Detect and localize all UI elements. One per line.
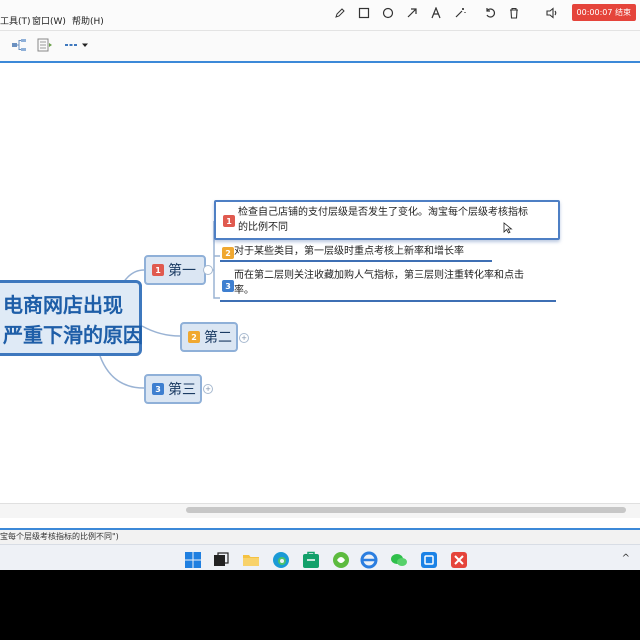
ie-icon[interactable] xyxy=(360,551,378,569)
menu-tools[interactable]: 工具(T) xyxy=(0,14,31,27)
text-icon[interactable] xyxy=(428,5,444,21)
subtopic-3[interactable]: 3 而在第二层则关注收藏加购人气指标，第三层则注重转化率和点击 率。 xyxy=(220,268,556,302)
subtopic-1-selected[interactable]: 1 检查自己店铺的支付层级是否发生了变化。淘宝每个层级考核指标 的比例不同 xyxy=(214,200,560,240)
arrow-icon[interactable] xyxy=(404,5,420,21)
priority-1-badge: 1 xyxy=(152,264,164,276)
subtopic-text-line1: 而在第二层则关注收藏加购人气指标，第三层则注重转化率和点击 xyxy=(234,270,524,281)
horizontal-scrollbar[interactable] xyxy=(0,503,640,518)
magic-wand-icon[interactable] xyxy=(452,5,468,21)
branch-label: 第二 xyxy=(204,330,232,346)
file-explorer-icon[interactable] xyxy=(242,551,260,569)
trash-icon[interactable] xyxy=(506,5,522,21)
expand-toggle[interactable]: + xyxy=(239,333,249,343)
chevron-up-icon[interactable]: ^ xyxy=(622,553,630,564)
subtopic-text-line1: 对于某些类目，第一层级时重点考核上新率和增长率 xyxy=(234,246,464,257)
recording-timer[interactable]: 00:00:07 结束 xyxy=(571,4,636,21)
rectangle-icon[interactable] xyxy=(356,5,372,21)
app-window: 工具(T) 窗口(W) 帮助(H) 00:00:07 结束 电商网店出现 严重下… xyxy=(0,0,640,570)
priority-3-badge: 3 xyxy=(152,383,164,395)
task-view-icon[interactable] xyxy=(212,551,230,569)
central-topic[interactable]: 电商网店出现 严重下滑的原因 xyxy=(0,280,143,356)
branch-topic-2[interactable]: 2 第二 xyxy=(180,322,238,352)
subtopic-text-line1: 检查自己店铺的支付层级是否发生了变化。淘宝每个层级考核指标 xyxy=(238,207,528,218)
collapse-toggle[interactable] xyxy=(203,265,213,275)
undo-icon[interactable] xyxy=(482,5,498,21)
taskbar: ^ xyxy=(0,544,640,570)
subtopic-text-line2: 率。 xyxy=(234,285,254,296)
priority-3-badge: 3 xyxy=(222,280,234,292)
pen-icon[interactable] xyxy=(332,5,348,21)
menu-help[interactable]: 帮助(H) xyxy=(72,14,104,27)
scrollbar-thumb[interactable] xyxy=(186,507,626,513)
line-style-icon[interactable] xyxy=(62,37,80,53)
branch-label: 第一 xyxy=(168,263,196,279)
central-topic-line2: 严重下滑的原因 xyxy=(3,323,143,347)
menu-bar: 工具(T) 窗口(W) 帮助(H) 00:00:07 结束 xyxy=(0,0,640,31)
windows-start-icon[interactable] xyxy=(184,551,202,569)
dropdown-icon[interactable] xyxy=(80,37,90,53)
mindmap-canvas[interactable]: 电商网店出现 严重下滑的原因 1 第一 2 第二 + 3 第三 + 1 检查自己… xyxy=(0,64,640,504)
status-bar: 宝每个层级考核指标的比例不同") xyxy=(0,528,640,544)
branch-topic-1[interactable]: 1 第一 xyxy=(144,255,206,285)
structure-icon[interactable] xyxy=(10,37,28,53)
wechat-icon[interactable] xyxy=(390,551,408,569)
priority-1-badge: 1 xyxy=(223,215,235,227)
mouse-cursor-icon xyxy=(503,222,513,234)
speaker-icon[interactable] xyxy=(544,5,560,21)
menu-window[interactable]: 窗口(W) xyxy=(32,14,66,27)
app-icon[interactable] xyxy=(332,551,350,569)
priority-2-badge: 2 xyxy=(188,331,200,343)
circle-icon[interactable] xyxy=(380,5,396,21)
toolbar xyxy=(0,31,640,63)
expand-toggle[interactable]: + xyxy=(203,384,213,394)
branch-topic-3[interactable]: 3 第三 xyxy=(144,374,202,404)
edge-icon[interactable] xyxy=(272,551,290,569)
priority-2-badge: 2 xyxy=(222,247,234,259)
recorder-app-icon[interactable] xyxy=(450,551,468,569)
subtopic-2[interactable]: 2 对于某些类目，第一层级时重点考核上新率和增长率 xyxy=(220,244,492,262)
xmind-icon[interactable] xyxy=(420,551,438,569)
store-icon[interactable] xyxy=(302,551,320,569)
outline-icon[interactable] xyxy=(36,37,54,53)
branch-label: 第三 xyxy=(168,382,196,398)
central-topic-line1: 电商网店出现 xyxy=(3,293,123,317)
